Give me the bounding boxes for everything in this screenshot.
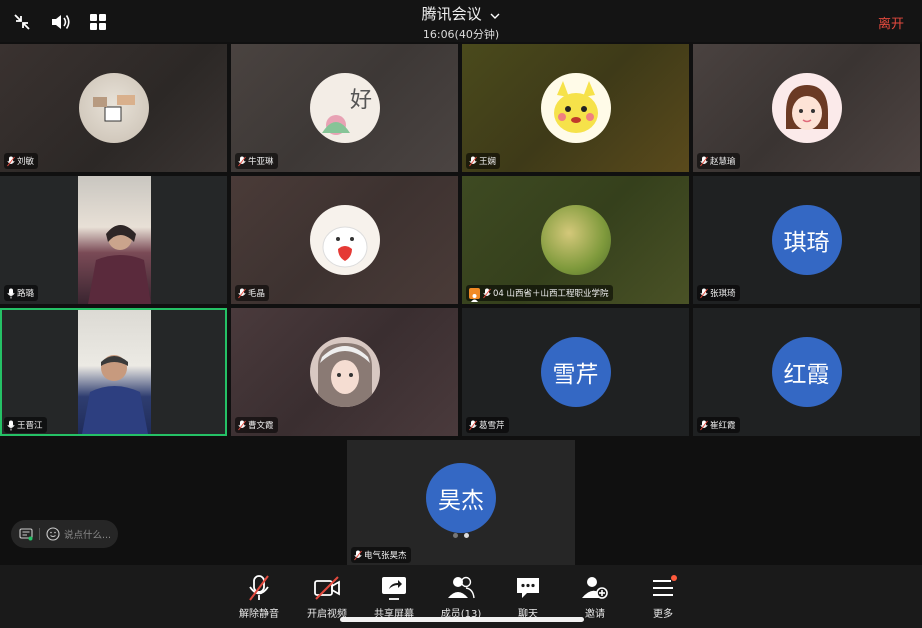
page-indicator[interactable] xyxy=(453,533,469,538)
avatar: 好 xyxy=(309,73,380,143)
mic-muted-icon xyxy=(700,420,708,430)
members-icon xyxy=(448,576,475,599)
mic-muted-icon xyxy=(700,288,708,298)
name-tag: 王晋江 xyxy=(4,417,47,433)
divider xyxy=(39,528,40,540)
participant-tile[interactable]: 赵慧瑜 xyxy=(693,44,920,172)
mic-muted-icon xyxy=(238,156,246,166)
mic-muted-icon xyxy=(249,575,269,601)
chat-icon xyxy=(517,578,539,598)
name-tag: 路璐 xyxy=(4,285,39,301)
unmute-label: 解除静音 xyxy=(239,609,279,620)
share-screen-icon xyxy=(382,577,406,600)
participant-tile-featured[interactable]: 昊杰 电气张昊杰 xyxy=(347,440,575,566)
top-bar: 腾讯会议 16:06(40分钟) 离开 xyxy=(0,0,922,42)
mic-icon xyxy=(7,288,15,298)
more-button[interactable]: 更多 xyxy=(630,574,696,620)
meeting-title: 腾讯会议 xyxy=(421,5,482,23)
participant-tile[interactable]: 曹文霞 xyxy=(231,308,458,436)
participant-tile-active-speaker[interactable]: 王晋江 xyxy=(0,308,227,436)
participant-tile[interactable]: 毛晶 xyxy=(231,176,458,304)
emoji-icon[interactable] xyxy=(46,527,60,541)
avatar xyxy=(771,73,842,143)
unmute-button[interactable]: 解除静音 xyxy=(226,574,292,620)
name-tag: 04 山西省＋山西工程职业学院 xyxy=(466,285,613,302)
avatar xyxy=(78,73,149,143)
text-avatar: 红霞 xyxy=(771,337,842,407)
name-tag: 牛亚琳 xyxy=(235,153,278,169)
page-dot-active[interactable] xyxy=(464,533,469,538)
add-user-icon xyxy=(582,577,608,599)
mic-muted-icon xyxy=(238,288,246,298)
chevron-down-icon xyxy=(490,6,500,24)
video-feed xyxy=(78,310,151,434)
name-tag: 崔红霞 xyxy=(697,417,740,433)
participant-grid: 刘敏 好 牛亚琳 王娴 赵慧瑜 路璐 毛晶 04 山西省＋山西工程职业学院 琪琦… xyxy=(0,44,922,438)
invite-button[interactable]: 邀请 xyxy=(562,574,628,620)
svg-text:好: 好 xyxy=(350,88,372,113)
camera-off-icon xyxy=(314,576,340,600)
text-avatar: 雪芹 xyxy=(540,337,611,407)
participant-tile[interactable]: 王娴 xyxy=(462,44,689,172)
page-dot[interactable] xyxy=(453,533,458,538)
participant-name: 张琪琦 xyxy=(710,289,736,299)
text-avatar: 琪琦 xyxy=(771,205,842,275)
mic-muted-icon xyxy=(354,550,362,560)
avatar xyxy=(309,337,380,407)
home-indicator[interactable] xyxy=(340,617,584,622)
name-tag: 刘敏 xyxy=(4,153,39,169)
participant-name: 崔红霞 xyxy=(710,421,736,431)
text-avatar: 昊杰 xyxy=(426,463,496,533)
mic-muted-icon xyxy=(700,156,708,166)
participant-name: 毛晶 xyxy=(248,289,266,299)
participant-name: 刘敏 xyxy=(17,157,35,167)
leave-button[interactable]: 离开 xyxy=(878,13,904,32)
participant-name: 牛亚琳 xyxy=(248,157,274,167)
name-tag: 王娴 xyxy=(466,153,501,169)
name-tag: 赵慧瑜 xyxy=(697,153,740,169)
meeting-duration: 16:06(40分钟) xyxy=(422,28,500,41)
name-tag: 葛雪芹 xyxy=(466,417,509,433)
chat-list-icon[interactable] xyxy=(19,527,33,541)
participant-name: 葛雪芹 xyxy=(479,421,505,431)
participant-tile[interactable]: 雪芹 葛雪芹 xyxy=(462,308,689,436)
menu-icon xyxy=(653,575,677,596)
host-icon xyxy=(469,287,480,302)
name-tag: 张琪琦 xyxy=(697,285,740,301)
mic-muted-icon xyxy=(469,156,477,166)
participant-tile[interactable]: 好 牛亚琳 xyxy=(231,44,458,172)
participant-tile[interactable]: 红霞 崔红霞 xyxy=(693,308,920,436)
chat-input[interactable]: 说点什么... xyxy=(11,520,118,548)
more-label: 更多 xyxy=(653,609,673,620)
participant-name: 路璐 xyxy=(17,289,35,299)
chat-placeholder: 说点什么... xyxy=(64,530,112,541)
name-tag: 毛晶 xyxy=(235,285,270,301)
avatar xyxy=(540,73,611,143)
avatar xyxy=(540,205,611,275)
mic-muted-icon xyxy=(469,420,477,430)
name-tag: 电气张昊杰 xyxy=(351,547,411,563)
members-button[interactable]: 成员(13) xyxy=(428,574,494,620)
meeting-info[interactable]: 腾讯会议 16:06(40分钟) xyxy=(0,3,922,42)
mic-icon xyxy=(7,420,15,430)
share-screen-button[interactable]: 共享屏幕 xyxy=(361,574,427,620)
participant-name: 赵慧瑜 xyxy=(710,157,736,167)
participant-name: 王娴 xyxy=(479,157,497,167)
participant-name: 曹文霞 xyxy=(248,421,274,431)
start-video-button[interactable]: 开启视频 xyxy=(294,574,360,620)
participant-name: 电气张昊杰 xyxy=(364,551,407,561)
video-feed xyxy=(78,176,151,304)
participant-tile[interactable]: 刘敏 xyxy=(0,44,227,172)
mic-muted-icon xyxy=(238,420,246,430)
participant-tile[interactable]: 04 山西省＋山西工程职业学院 xyxy=(462,176,689,304)
mic-muted-icon xyxy=(483,288,491,298)
avatar xyxy=(309,205,380,275)
mic-muted-icon xyxy=(7,156,15,166)
participant-name: 04 山西省＋山西工程职业学院 xyxy=(493,289,609,299)
participant-tile[interactable]: 路璐 xyxy=(0,176,227,304)
name-tag: 曹文霞 xyxy=(235,417,278,433)
participant-tile[interactable]: 琪琦 张琪琦 xyxy=(693,176,920,304)
participant-name: 王晋江 xyxy=(17,421,43,431)
chat-button[interactable]: 聊天 xyxy=(495,574,561,620)
